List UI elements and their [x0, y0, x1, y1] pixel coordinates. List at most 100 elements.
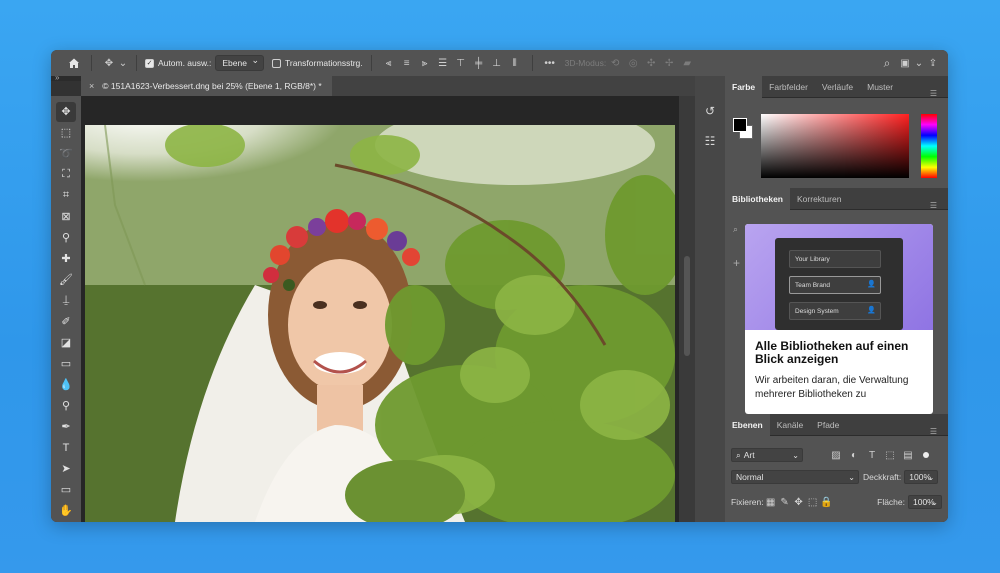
lock-pixels-icon[interactable]: ✎	[778, 493, 792, 511]
tab-ebenen[interactable]: Ebenen	[725, 413, 770, 436]
shape-filter-icon[interactable]: ⬚	[881, 446, 899, 464]
share-icon[interactable]: ⇪	[924, 54, 942, 72]
color-panel	[725, 98, 948, 188]
rectangle-tool-icon[interactable]: ▭	[56, 480, 76, 500]
tab-farbfelder[interactable]: Farbfelder	[762, 76, 815, 98]
lock-artboard-icon[interactable]: ⬚	[806, 493, 820, 511]
marquee-tool-icon[interactable]: ⬚	[56, 123, 76, 143]
clone-stamp-tool-icon[interactable]: ⍊	[56, 291, 76, 311]
move-tool-icon[interactable]: ✥	[100, 54, 118, 72]
3d-drag-icon[interactable]: ✣	[642, 54, 660, 72]
align-center-icon[interactable]: ≡	[398, 54, 416, 72]
hand-tool-icon[interactable]: ✋	[56, 501, 76, 521]
healing-brush-tool-icon[interactable]: ✚	[56, 249, 76, 269]
distribute-icon[interactable]: ☰	[434, 54, 452, 72]
move-tool-icon[interactable]: ✥	[56, 102, 76, 122]
library-card-body: Wir arbeiten daran, die Verwaltung mehre…	[755, 375, 909, 400]
3d-slide-icon[interactable]: ✢	[660, 54, 678, 72]
lock-transparent-icon[interactable]: ▦	[764, 493, 778, 511]
path-selection-tool-icon[interactable]: ➤	[56, 459, 76, 479]
tab-farbe[interactable]: Farbe	[725, 75, 763, 98]
tab-pfade[interactable]: Pfade	[810, 414, 846, 436]
lock-all-icon[interactable]: 🔒	[820, 493, 834, 511]
fill-field[interactable]: 100% ⌄	[908, 495, 942, 509]
document-title: © 151A1623-Verbessert.dng bei 25% (Ebene…	[102, 81, 322, 91]
3d-scale-icon[interactable]: ▰	[678, 54, 696, 72]
auto-select-checkbox[interactable]: ✓	[145, 58, 154, 68]
image-filter-icon[interactable]: ▨	[827, 446, 845, 464]
expand-left-icon[interactable]: »	[55, 73, 59, 82]
photo-canvas[interactable]	[85, 125, 675, 522]
canvas-vertical-scrollbar[interactable]	[679, 96, 695, 522]
search-icon[interactable]: ⌕	[733, 224, 738, 235]
add-icon[interactable]: +	[733, 256, 740, 270]
type-tool-icon[interactable]: T	[56, 438, 76, 458]
blur-tool-icon[interactable]: 💧	[56, 375, 76, 395]
chevron-down-icon: ⌄	[927, 472, 935, 482]
options-bar: ✥ ⌄ ✓ Autom. ausw.: Ebene Transformation…	[51, 50, 948, 76]
frame-tool-icon[interactable]: ⊠	[56, 207, 76, 227]
home-icon[interactable]	[65, 54, 83, 72]
align-right-icon[interactable]: ⫸	[416, 54, 434, 72]
dodge-tool-icon[interactable]: ⚲	[56, 396, 76, 416]
eyedropper-tool-icon[interactable]: ⚲	[56, 228, 76, 248]
align-middle-icon[interactable]: ╪	[470, 54, 488, 72]
foreground-color-swatch[interactable]	[733, 118, 747, 132]
align-left-icon[interactable]: ⫷	[380, 54, 398, 72]
crop-tool-icon[interactable]: ⌗	[56, 186, 76, 206]
color-picker-field[interactable]	[761, 114, 909, 178]
preview-item: Team Brand 👤	[789, 276, 881, 294]
tab-korrekturen[interactable]: Korrekturen	[790, 188, 848, 210]
bride-photo	[85, 125, 675, 522]
tab-kanaele[interactable]: Kanäle	[770, 414, 810, 436]
layer-filter-dropdown[interactable]: ⌕ Art ⌄	[731, 448, 803, 462]
object-selection-tool-icon[interactable]: ⛶	[56, 165, 76, 185]
search-icon[interactable]: ⌕	[878, 54, 896, 72]
tab-verlaeufe[interactable]: Verläufe	[815, 76, 860, 98]
pen-tool-icon[interactable]: ✒	[56, 417, 76, 437]
3d-rotate-icon[interactable]: ⟲	[606, 54, 624, 72]
opacity-field[interactable]: 100% ⌄	[904, 470, 939, 484]
document-tab[interactable]: × © 151A1623-Verbessert.dng bei 25% (Ebe…	[81, 76, 332, 96]
properties-icon[interactable]: ☷	[695, 126, 725, 156]
scrollbar-thumb[interactable]	[684, 256, 690, 356]
brush-tool-icon[interactable]: 🖌	[56, 270, 76, 290]
right-panels: Farbe Farbfelder Verläufe Muster ☰ Bibli…	[725, 75, 948, 522]
fill-label: Fläche:	[877, 497, 905, 507]
history-icon[interactable]: ↺	[695, 96, 725, 126]
lock-position-icon[interactable]: ✥	[792, 493, 806, 511]
tab-muster[interactable]: Muster	[860, 76, 900, 98]
eraser-tool-icon[interactable]: ◪	[56, 333, 76, 353]
user-icon: 👤	[867, 307, 876, 314]
hue-slider[interactable]	[921, 114, 937, 178]
3d-roll-icon[interactable]: ◎	[624, 54, 642, 72]
divider	[136, 55, 137, 71]
library-panel: ⌕ + Your Library Team Brand 👤 Design Sys…	[725, 210, 948, 414]
blend-mode-dropdown[interactable]: Normal ⌄	[731, 470, 859, 484]
chevron-down-icon[interactable]: ⌄	[914, 54, 924, 72]
type-filter-icon[interactable]: T	[863, 446, 881, 464]
gradient-tool-icon[interactable]: ▭	[56, 354, 76, 374]
layers-filter-row: ⌕ Art ⌄ ▨ ◐ T ⬚ ▤	[731, 446, 942, 464]
history-brush-tool-icon[interactable]: ✐	[56, 312, 76, 332]
lasso-tool-icon[interactable]: ➰	[56, 144, 76, 164]
tab-bibliotheken[interactable]: Bibliotheken	[725, 187, 791, 210]
filter-toggle[interactable]	[923, 452, 929, 458]
distribute-vertical-icon[interactable]: ⦀	[506, 54, 524, 72]
chevron-down-icon[interactable]: ⌄	[118, 54, 128, 72]
align-bottom-icon[interactable]: ⊥	[488, 54, 506, 72]
transform-controls-checkbox[interactable]	[271, 58, 281, 68]
canvas-area[interactable]	[81, 96, 695, 522]
preview-item: Your Library	[789, 250, 881, 268]
align-top-icon[interactable]: ⊤	[452, 54, 470, 72]
library-onboarding-card: Your Library Team Brand 👤 Design System …	[745, 224, 933, 414]
close-tab-button[interactable]: ×	[89, 81, 94, 91]
library-illustration: Your Library Team Brand 👤 Design System …	[745, 224, 933, 330]
auto-select-dropdown[interactable]: Ebene	[215, 55, 264, 71]
chevron-down-icon: ⌄	[792, 450, 799, 460]
smart-object-filter-icon[interactable]: ▤	[899, 446, 917, 464]
more-options-button[interactable]: •••	[541, 54, 559, 72]
document-tabbar: × © 151A1623-Verbessert.dng bei 25% (Ebe…	[81, 76, 695, 96]
workspace-icon[interactable]: ▣	[896, 54, 914, 72]
adjustment-filter-icon[interactable]: ◐	[845, 446, 863, 464]
